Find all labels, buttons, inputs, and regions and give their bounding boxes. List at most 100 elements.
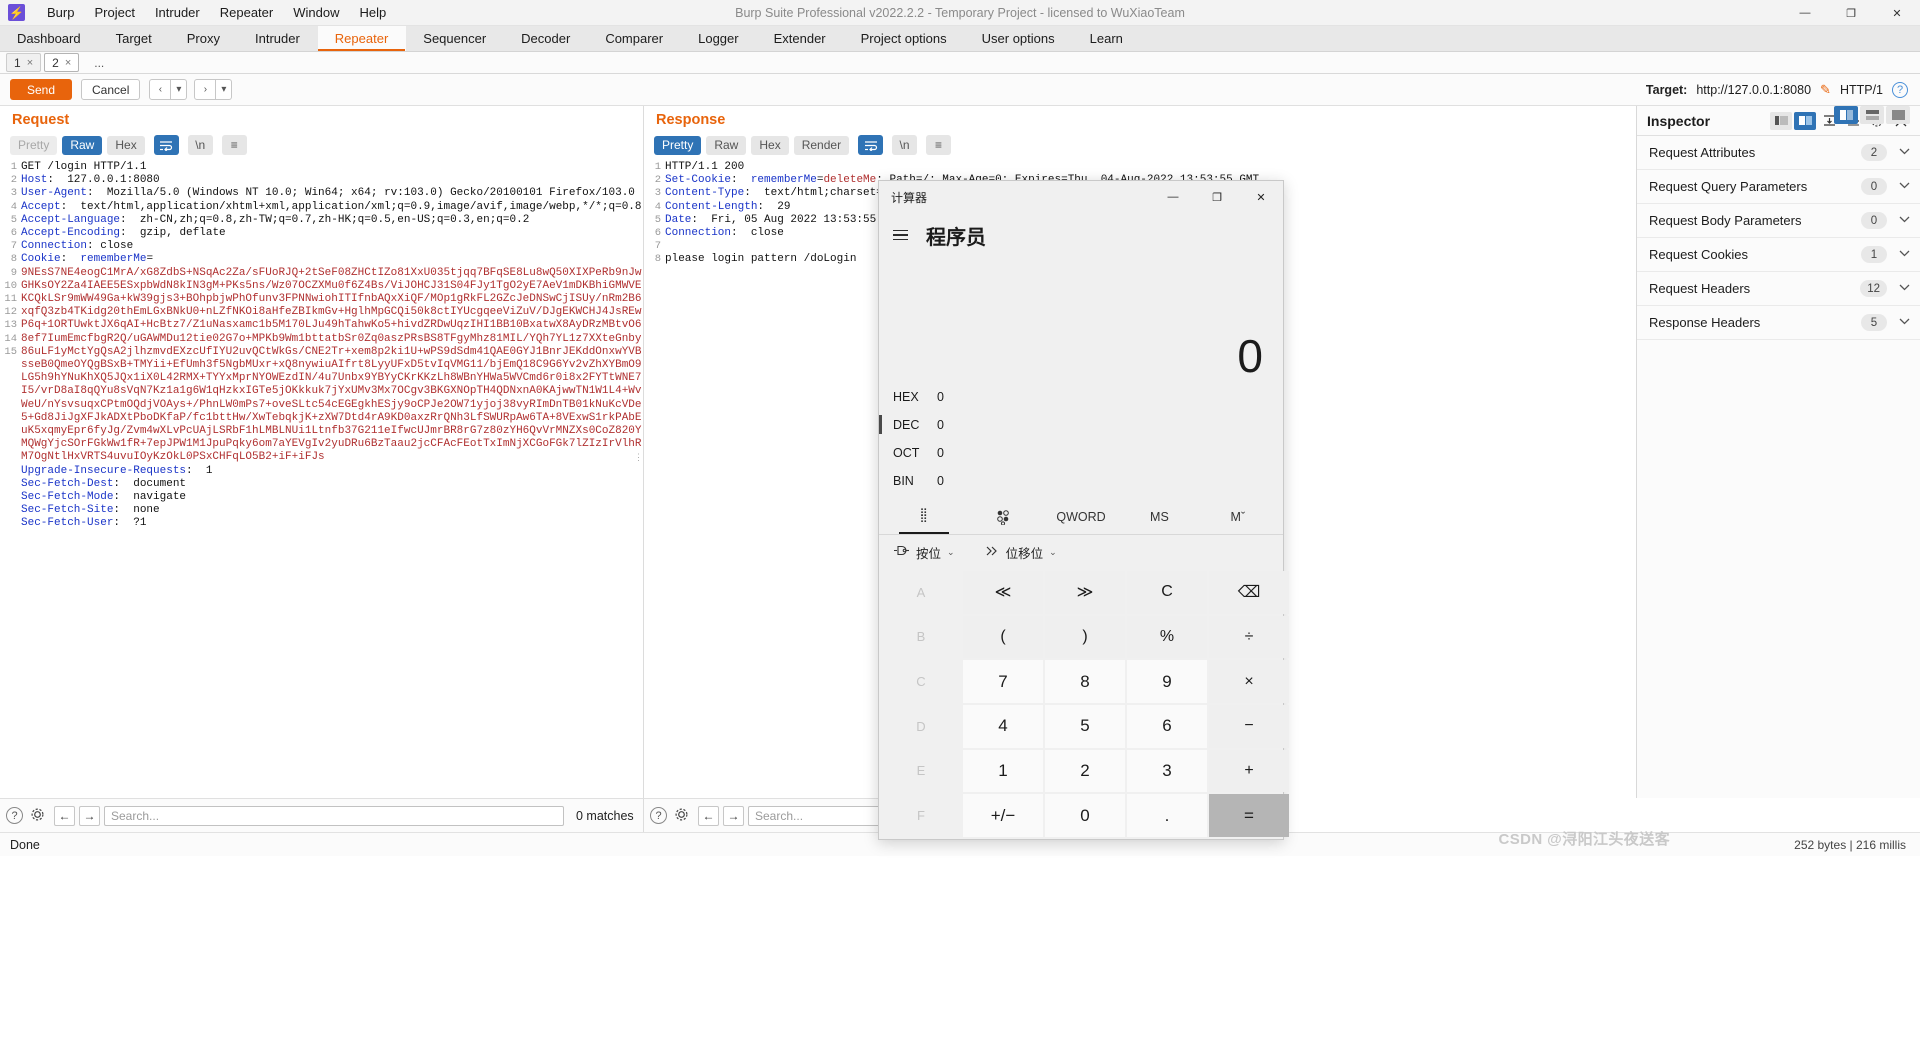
request-search-input[interactable] (104, 805, 564, 826)
calculator-key-0[interactable]: 0 (1045, 794, 1125, 837)
http-version-label[interactable]: HTTP/1 (1840, 83, 1883, 97)
response-show-newlines-icon[interactable]: \n (892, 135, 918, 155)
calculator-key-sym1[interactable]: ≪ (963, 571, 1043, 614)
tab-comparer[interactable]: Comparer (588, 26, 681, 51)
inspector-section-request-body-parameters[interactable]: Request Body Parameters 0 (1637, 204, 1920, 238)
calculator-tab-ms[interactable]: MS (1120, 500, 1198, 534)
tab-target[interactable]: Target (99, 26, 170, 51)
layout-single-pane-icon[interactable] (1886, 106, 1910, 124)
calculator-key-sym9[interactable]: ÷ (1209, 615, 1289, 659)
tab-intruder[interactable]: Intruder (238, 26, 318, 51)
request-search-prev-button[interactable]: ← (54, 805, 75, 826)
request-show-newlines-icon[interactable]: \n (187, 135, 213, 155)
inspector-section-request-cookies[interactable]: Request Cookies 1 (1637, 238, 1920, 272)
edit-pencil-icon[interactable]: ✎ (1820, 82, 1831, 98)
panel-splitter-handle[interactable]: ⋮⋮ (634, 453, 652, 477)
calculator-key-sym19[interactable]: − (1209, 705, 1289, 748)
calculator-key-sym2[interactable]: ≫ (1045, 571, 1125, 614)
response-more-options-icon[interactable]: ≡ (926, 135, 952, 155)
calculator-key-4[interactable]: 4 (963, 705, 1043, 748)
response-view-raw[interactable]: Raw (706, 135, 747, 155)
tab-extender[interactable]: Extender (757, 26, 844, 51)
layout-split-vertical-icon[interactable] (1834, 106, 1858, 124)
request-search-next-button[interactable]: → (79, 805, 100, 826)
calculator-key-2[interactable]: 2 (1045, 749, 1125, 793)
calculator-key-sym24[interactable]: + (1209, 749, 1289, 793)
calculator-key-f[interactable]: F (881, 794, 961, 837)
calculator-key-c[interactable]: C (881, 660, 961, 703)
calculator-tab-bit-toggle-dots[interactable] (963, 500, 1041, 534)
layout-left-icon[interactable] (1770, 111, 1792, 130)
calculator-key-7[interactable]: 7 (963, 660, 1043, 703)
menu-item-repeater[interactable]: Repeater (210, 2, 283, 23)
calculator-key-c[interactable]: C (1127, 571, 1207, 614)
chevron-down-icon[interactable] (1899, 317, 1910, 328)
repeater-tab-close-icon[interactable]: × (65, 57, 71, 69)
calculator-logic-gate-control[interactable]: 按位 ⌄ (893, 543, 955, 562)
inspector-section-request-headers[interactable]: Request Headers 12 (1637, 272, 1920, 306)
help-icon[interactable]: ? (1892, 82, 1908, 98)
calculator-key-sym14[interactable]: × (1209, 660, 1289, 703)
tab-decoder[interactable]: Decoder (504, 26, 588, 51)
response-view-render[interactable]: Render (793, 135, 850, 155)
repeater-tab-moremoremore[interactable]: ... (82, 53, 116, 72)
response-word-wrap-icon[interactable] (858, 135, 884, 155)
repeater-tab-close-icon[interactable]: × (27, 57, 33, 69)
calculator-key-5[interactable]: 5 (1045, 705, 1125, 748)
tab-proxy[interactable]: Proxy (170, 26, 238, 51)
menu-item-burp[interactable]: Burp (37, 2, 84, 23)
menu-item-help[interactable]: Help (349, 2, 396, 23)
calculator-key-9[interactable]: 9 (1127, 660, 1207, 703)
back-button[interactable]: ‹ (149, 79, 172, 100)
calculator-key-d[interactable]: D (881, 705, 961, 748)
cancel-button[interactable]: Cancel (81, 79, 141, 100)
calculator-key-8[interactable]: 8 (1045, 660, 1125, 703)
calculator-key-6[interactable]: 6 (1127, 705, 1207, 748)
calculator-key-b[interactable]: B (881, 615, 961, 659)
menu-item-project[interactable]: Project (84, 2, 144, 23)
inspector-section-response-headers[interactable]: Response Headers 5 (1637, 306, 1920, 340)
chevron-down-icon[interactable] (1899, 249, 1910, 260)
request-settings-icon[interactable] (30, 807, 45, 825)
chevron-down-icon[interactable] (1899, 215, 1910, 226)
request-more-options-icon[interactable]: ≡ (221, 135, 247, 155)
repeater-tab-1[interactable]: 1 × (6, 53, 42, 72)
calculator-key-sym28[interactable]: . (1127, 794, 1207, 837)
request-editor[interactable]: 1 2 3 4 5 6 7 8 9 10 11 12 13 14 15 GET … (0, 161, 643, 781)
tab-user-options[interactable]: User options (965, 26, 1073, 51)
calculator-key-sym8[interactable]: % (1127, 615, 1207, 659)
chevron-down-icon[interactable] (1899, 283, 1910, 294)
request-view-raw[interactable]: Raw (62, 135, 103, 155)
tab-repeater[interactable]: Repeater (317, 26, 407, 51)
calculator-tab-qword[interactable]: QWORD (1042, 500, 1120, 534)
calculator-maximize-button[interactable]: ❐ (1195, 181, 1239, 213)
request-word-wrap-icon[interactable] (153, 135, 179, 155)
forward-dropdown-icon[interactable]: ▾ (216, 79, 233, 100)
menu-item-window[interactable]: Window (283, 2, 349, 23)
layout-right-icon[interactable] (1794, 111, 1816, 130)
calculator-key-a[interactable]: A (881, 571, 961, 614)
forward-button[interactable]: › (194, 79, 217, 100)
calculator-tab-mˇ[interactable]: Mˇ (1199, 500, 1277, 534)
layout-split-horizontal-icon[interactable] (1860, 106, 1884, 124)
tab-project-options[interactable]: Project options (844, 26, 965, 51)
chevron-down-icon[interactable] (1899, 181, 1910, 192)
tab-dashboard[interactable]: Dashboard (0, 26, 99, 51)
calculator-radix-hex[interactable]: HEX 0 (893, 383, 1283, 411)
calculator-key-sym7[interactable]: ) (1045, 615, 1125, 659)
calculator-radix-dec[interactable]: DEC 0 (879, 411, 1283, 439)
calculator-key-e[interactable]: E (881, 749, 961, 793)
minimize-button[interactable]: — (1782, 0, 1828, 26)
chevron-down-icon[interactable]: ⌄ (1049, 547, 1057, 558)
calculator-key-sym4[interactable]: ⌫ (1209, 571, 1289, 614)
chevron-down-icon[interactable]: ⌄ (947, 547, 955, 558)
response-search-next-button[interactable]: → (723, 805, 744, 826)
repeater-tab-2[interactable]: 2 × (44, 53, 80, 72)
calculator-key-sym26[interactable]: +/− (963, 794, 1043, 837)
tab-sequencer[interactable]: Sequencer (406, 26, 504, 51)
calculator-key-1[interactable]: 1 (963, 749, 1043, 793)
calculator-minimize-button[interactable]: — (1151, 181, 1195, 213)
inspector-section-request-query-parameters[interactable]: Request Query Parameters 0 (1637, 170, 1920, 204)
inspector-section-request-attributes[interactable]: Request Attributes 2 (1637, 136, 1920, 170)
response-help-icon[interactable]: ? (650, 807, 667, 824)
